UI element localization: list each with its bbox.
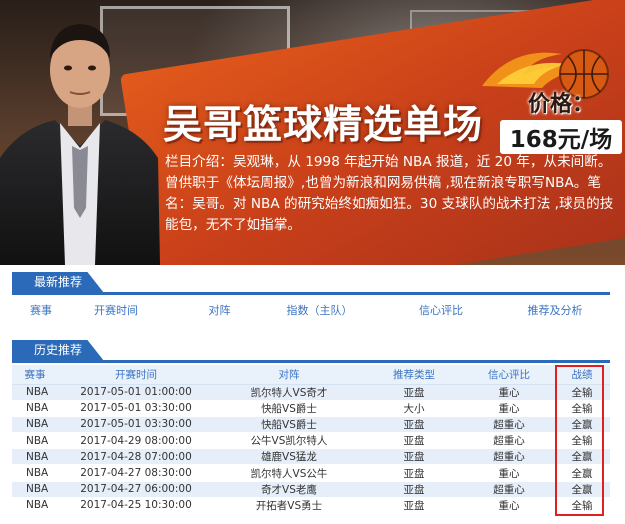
result-highlight-box <box>555 365 604 516</box>
col-match: 对阵 <box>208 304 231 317</box>
table-row[interactable]: NBA 2017-04-28 07:00:00 雄鹿VS猛龙 亚盘 超重心 全赢 <box>12 448 610 466</box>
cell-match: 雄鹿VS猛龙 <box>214 448 364 466</box>
col-confidence: 信心评比 <box>419 304 463 317</box>
col-confidence: 信心评比 <box>464 365 554 385</box>
cell-time: 2017-04-29 08:00:00 <box>58 432 214 450</box>
table-row[interactable]: NBA 2017-04-27 06:00:00 奇才VS老鹰 亚盘 超重心 全赢 <box>12 481 610 498</box>
col-sport: 赛事 <box>12 365 58 385</box>
price-label: 价格： <box>527 92 594 117</box>
cell-time: 2017-04-27 06:00:00 <box>58 481 214 498</box>
cell-match: 凯尔特人VS公牛 <box>214 464 364 482</box>
table-row[interactable]: NBA 2017-05-01 03:30:00 快船VS爵士 亚盘 超重心 全赢 <box>12 416 610 434</box>
cell-type: 亚盘 <box>364 448 464 466</box>
cell-type: 亚盘 <box>364 384 464 401</box>
col-type: 推荐类型 <box>364 365 464 385</box>
col-sport: 赛事 <box>30 304 52 317</box>
cell-confidence: 超重心 <box>464 448 554 466</box>
cell-sport: NBA <box>12 416 58 434</box>
cell-confidence: 重心 <box>464 497 554 515</box>
col-time: 开赛时间 <box>58 365 214 385</box>
cell-sport: NBA <box>12 400 58 417</box>
col-analysis: 推荐及分析 <box>527 304 583 317</box>
cell-match: 快船VS爵士 <box>214 400 364 417</box>
cell-confidence: 超重心 <box>464 416 554 434</box>
cell-match: 凯尔特人VS奇才 <box>214 384 364 401</box>
table-row[interactable]: NBA 2017-05-01 03:30:00 快船VS爵士 大小 重心 全输 <box>12 400 610 417</box>
cell-sport: NBA <box>12 432 58 450</box>
tab-history[interactable]: 历史推荐 <box>12 340 104 361</box>
banner: 吴哥篮球精选单场 价格： 168元/场 栏目介绍：吴观琳，从 1998 年起开始… <box>0 0 625 265</box>
cell-type: 亚盘 <box>364 497 464 515</box>
author-photo <box>0 24 160 265</box>
latest-section: 最新推荐 赛事 开赛时间 对阵 指数（主队） 信心评比 推荐及分析 <box>12 272 610 325</box>
latest-tab-header: 最新推荐 <box>12 272 610 295</box>
cell-time: 2017-05-01 01:00:00 <box>58 384 214 401</box>
cell-confidence: 超重心 <box>464 432 554 450</box>
page-title: 吴哥篮球精选单场 <box>163 103 484 148</box>
cell-time: 2017-04-25 10:30:00 <box>58 497 214 515</box>
price-box: 价格： 168元/场 <box>500 86 622 154</box>
cell-confidence: 重心 <box>464 464 554 482</box>
tab-latest[interactable]: 最新推荐 <box>12 272 104 293</box>
cell-match: 奇才VS老鹰 <box>214 481 364 498</box>
cell-sport: NBA <box>12 384 58 401</box>
column-intro: 栏目介绍：吴观琳，从 1998 年起开始 NBA 报道，近 20 年，从未间断。… <box>165 154 614 233</box>
history-header-row: 赛事 开赛时间 对阵 推荐类型 信心评比 战绩 <box>12 365 610 385</box>
history-section: 历史推荐 <box>12 340 610 363</box>
cell-match: 快船VS爵士 <box>214 416 364 434</box>
col-index: 指数（主队） <box>286 304 353 317</box>
cell-time: 2017-04-28 07:00:00 <box>58 448 214 466</box>
cell-time: 2017-05-01 03:30:00 <box>58 416 214 434</box>
table-row[interactable]: NBA 2017-04-29 08:00:00 公牛VS凯尔特人 亚盘 超重心 … <box>12 432 610 450</box>
table-row[interactable]: NBA 2017-04-27 08:30:00 凯尔特人VS公牛 亚盘 重心 全… <box>12 464 610 482</box>
cell-time: 2017-04-27 08:30:00 <box>58 464 214 482</box>
cell-type: 亚盘 <box>364 481 464 498</box>
cell-sport: NBA <box>12 481 58 498</box>
cell-sport: NBA <box>12 497 58 515</box>
history-table: 赛事 开赛时间 对阵 推荐类型 信心评比 战绩 NBA 2017-05-01 0… <box>12 365 610 515</box>
cell-type: 大小 <box>364 400 464 417</box>
cell-match: 公牛VS凯尔特人 <box>214 432 364 450</box>
cell-type: 亚盘 <box>364 464 464 482</box>
table-row[interactable]: NBA 2017-04-25 10:30:00 开拓者VS勇士 亚盘 重心 全输 <box>12 497 610 515</box>
cell-confidence: 重心 <box>464 384 554 401</box>
col-match: 对阵 <box>214 365 364 385</box>
cell-type: 亚盘 <box>364 416 464 434</box>
cell-match: 开拓者VS勇士 <box>214 497 364 515</box>
cell-confidence: 超重心 <box>464 481 554 498</box>
cell-type: 亚盘 <box>364 432 464 450</box>
cell-confidence: 重心 <box>464 400 554 417</box>
latest-column-headers: 赛事 开赛时间 对阵 指数（主队） 信心评比 推荐及分析 <box>12 295 610 325</box>
cell-sport: NBA <box>12 448 58 466</box>
cell-time: 2017-05-01 03:30:00 <box>58 400 214 417</box>
price-value: 168元/场 <box>500 120 622 154</box>
history-tab-header: 历史推荐 <box>12 340 610 363</box>
table-row[interactable]: NBA 2017-05-01 01:00:00 凯尔特人VS奇才 亚盘 重心 全… <box>12 384 610 401</box>
cell-sport: NBA <box>12 464 58 482</box>
col-time: 开赛时间 <box>94 304 138 317</box>
